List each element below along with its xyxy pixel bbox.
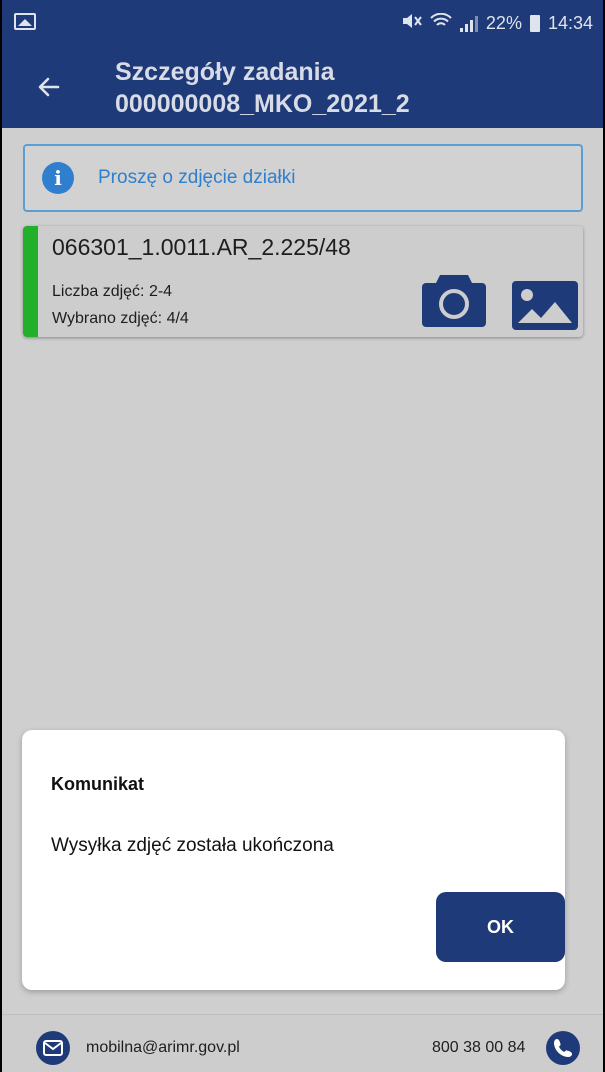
- status-indicators: 22% 14:34: [402, 12, 593, 34]
- email-icon[interactable]: [36, 1031, 70, 1065]
- task-id: 000000008_MKO_2021_2: [115, 90, 410, 118]
- email-link[interactable]: mobilna@arimr.gov.pl: [86, 1039, 240, 1057]
- footer: mobilna@arimr.gov.pl 800 38 00 84: [0, 1014, 605, 1072]
- battery-icon: [529, 15, 540, 32]
- ok-button[interactable]: OK: [436, 892, 565, 962]
- clock: 14:34: [547, 13, 593, 33]
- gallery-icon[interactable]: [512, 281, 578, 330]
- page-title: Szczegóły zadania: [115, 58, 335, 86]
- dialog-message: Wysyłka zdjęć została ukończona: [51, 835, 334, 856]
- signal-icon: [459, 15, 478, 32]
- back-arrow-icon[interactable]: [34, 72, 64, 102]
- mute-icon: [402, 13, 422, 34]
- status-bar: 22% 14:34: [0, 0, 605, 50]
- selected-photos-label: Wybrano zdjęć: 4/4: [52, 310, 189, 327]
- info-message: Proszę o zdjęcie działki: [98, 167, 296, 188]
- info-icon: i: [42, 162, 74, 194]
- photo-count-label: Liczba zdjęć: 2-4: [52, 283, 173, 300]
- app-bar: Szczegóły zadania 000000008_MKO_2021_2: [0, 50, 605, 128]
- info-banner: i Proszę o zdjęcie działki: [23, 144, 583, 212]
- parcel-card[interactable]: 066301_1.0011.AR_2.225/48 Liczba zdjęć: …: [23, 226, 583, 337]
- message-dialog: Komunikat Wysyłka zdjęć została ukończon…: [22, 730, 565, 990]
- dialog-title: Komunikat: [51, 774, 145, 794]
- parcel-name: 066301_1.0011.AR_2.225/48: [52, 234, 351, 260]
- phone-icon[interactable]: [546, 1031, 580, 1065]
- gallery-notification-icon: [14, 13, 36, 30]
- wifi-icon: [430, 12, 452, 34]
- status-stripe: [23, 226, 38, 337]
- camera-icon[interactable]: [420, 269, 488, 329]
- battery-text: 22%: [485, 13, 522, 33]
- screen: 22% 14:34 Szczegóły zadania 000000008_MK…: [0, 0, 605, 1072]
- phone-link[interactable]: 800 38 00 84: [432, 1039, 525, 1057]
